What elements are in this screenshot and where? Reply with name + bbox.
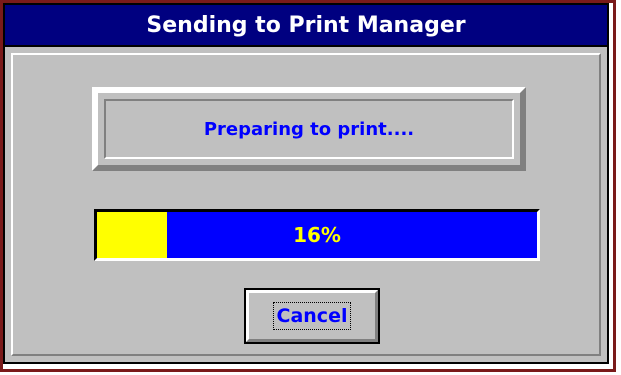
cancel-button-bevel: Cancel xyxy=(246,290,378,342)
progress-percent-label: 16% xyxy=(293,223,341,247)
title-bar[interactable]: Sending to Print Manager xyxy=(5,5,607,47)
status-panel: Preparing to print.... xyxy=(92,87,526,171)
status-message: Preparing to print.... xyxy=(203,118,415,140)
cancel-button[interactable]: Cancel xyxy=(244,288,380,344)
cancel-button-label: Cancel xyxy=(272,302,352,330)
dialog-title: Sending to Print Manager xyxy=(146,12,466,38)
progress-bar: 16% xyxy=(94,209,540,261)
status-panel-inset: Preparing to print.... xyxy=(104,99,514,159)
